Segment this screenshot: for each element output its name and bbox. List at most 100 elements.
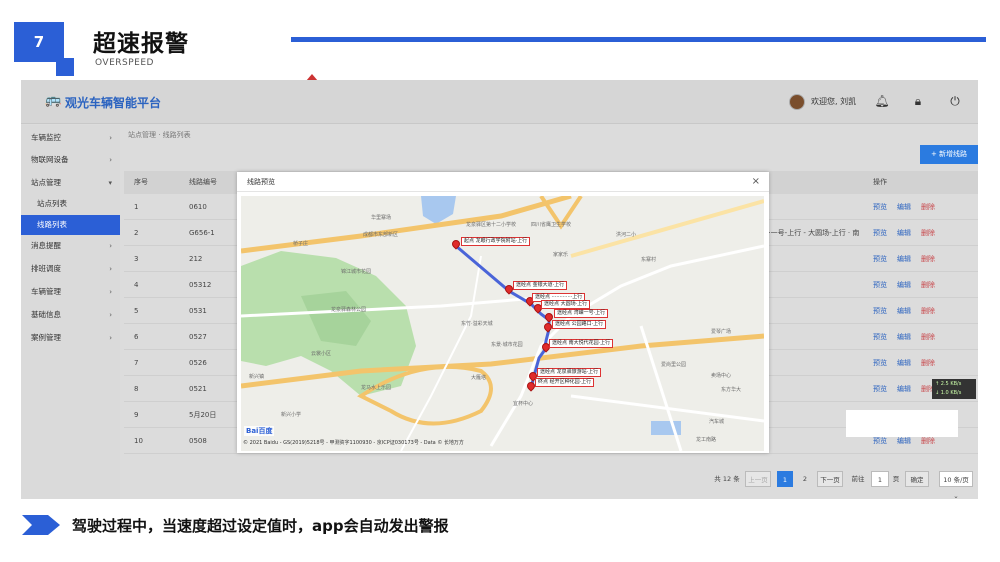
stop-label: 途经点 南大悦代花园·上行 [549,339,614,348]
delete-button[interactable]: 删除 [921,220,935,246]
row-index: 10 [134,437,143,445]
slide-title: 超速报警 [93,31,189,57]
sidebar-item-vehicle-management[interactable]: 车辆管理 › [21,282,120,302]
stop-label: 途经点 大圆场·上行 [541,300,591,309]
row-index: 7 [134,359,139,367]
sidebar-item-scheduling[interactable]: 排班调度 › [21,259,120,279]
preview-button[interactable]: 预览 [873,194,887,220]
map-place-label: 龙马水上乐园 [361,385,392,391]
title-divider [291,37,986,42]
pager-confirm-button[interactable]: 确定 [905,471,929,487]
edit-button[interactable]: 编辑 [897,220,911,246]
preview-button[interactable]: 预览 [873,272,887,298]
slide-subtitle: OVERSPEED [95,58,154,68]
edit-button[interactable]: 编辑 [897,350,911,376]
row-code: 0610 [189,203,207,211]
row-stops: ···一号-上行 - 大圆场-上行 · 南 [764,229,860,237]
row-code: 212 [189,255,203,263]
delete-button[interactable]: 删除 [921,272,935,298]
pager-size-select[interactable]: 10 条/页 ⌄ [939,471,973,499]
map-place-label: 新兴镇 [249,374,265,380]
delete-button[interactable]: 删除 [921,246,935,272]
delete-button[interactable]: 删除 [921,194,935,220]
lock-icon[interactable]: 🔒︎ [910,93,926,109]
stop-label: 途经点 金银大道·上行 [513,281,568,290]
row-code: 5月20日 [189,411,217,419]
row-code: 0521 [189,385,207,393]
chevron-right-icon: › [109,288,112,296]
chevron-right-icon: › [109,311,112,319]
pager-page-unit: 页 [892,475,900,483]
avatar[interactable] [789,94,805,110]
preview-button[interactable]: 预览 [873,376,887,402]
row-code: 0508 [189,437,207,445]
slide-number: 7 [14,22,64,62]
column-header-index: 序号 [134,178,148,186]
sidebar-item-station-list[interactable]: 站点列表 [21,194,120,214]
pager-prev-button[interactable]: 上一页 [745,471,771,487]
delete-button[interactable]: 删除 [921,298,935,324]
preview-button[interactable]: 预览 [873,220,887,246]
row-index: 4 [134,281,139,289]
map-place-label: 爱琴广场 [711,329,732,335]
sidebar-item-iot-devices[interactable]: 物联网设备 › [21,150,120,170]
map-place-label: 东竹·溢彩天城 [461,321,493,327]
edit-button[interactable]: 编辑 [897,376,911,402]
upload-speed: ↑ 2.5 KB/s [935,381,962,387]
preview-button[interactable]: 预览 [873,298,887,324]
stop-label: 途经点 龙泉驿旅游站·上行 [537,368,602,377]
row-index: 2 [134,229,139,237]
app-name: 观光车辆智能平台 [65,96,162,110]
map-place-label: 龙泉驿森林公园 [331,307,367,313]
sidebar-item-messages[interactable]: 消息提醒 › [21,236,120,256]
map-place-label: 华里寨场 [371,215,392,221]
sidebar-item-station-management[interactable]: 站点管理 ▾ [21,173,120,193]
map-place-label: 卖场中心 [711,373,732,379]
map-place-label: 洪河二小 [616,232,637,238]
bell-icon[interactable]: 🔔︎ [874,93,890,109]
preview-button[interactable]: 预览 [873,246,887,272]
map-copyright: © 2021 Baidu - GS(2019)5218号 - 甲测资字11009… [243,440,464,446]
row-index: 5 [134,307,139,315]
column-header-ops: 操作 [873,178,887,186]
sidebar-item-basic-info[interactable]: 基础信息 › [21,305,120,325]
row-code: 0526 [189,359,207,367]
pager-total: 共 12 条 [714,475,740,483]
pager-goto-label: 前往 [851,475,865,483]
delete-button[interactable]: 删除 [921,324,935,350]
row-code: 0527 [189,333,207,341]
edit-button[interactable]: 编辑 [897,272,911,298]
chevron-right-icon: › [109,242,112,250]
pager-page-input[interactable]: 1 [871,471,889,487]
sidebar-item-case-management[interactable]: 案例管理 › [21,328,120,348]
pager-page-2[interactable]: 2 [797,471,813,487]
add-route-button[interactable]: + 新增线路 [920,145,978,164]
map-place-label: 大雁塔 [471,375,487,381]
row-code: G656-1 [189,229,215,237]
preview-button[interactable]: 预览 [873,324,887,350]
map-place-label: 桥子庄 [293,241,309,247]
sidebar-item-vehicle-monitor[interactable]: 车辆监控 › [21,128,120,148]
sidebar: 车辆监控 › 物联网设备 › 站点管理 ▾ 站点列表 线路列表 消息提醒 › 排班调度 ›… [21,125,120,499]
pager-next-button[interactable]: 下一页 [817,471,843,487]
map-place-label: 东景·城市花园 [491,342,523,348]
edit-button[interactable]: 编辑 [897,324,911,350]
delete-button[interactable]: 删除 [921,350,935,376]
map-place-label: 云裳小区 [311,351,332,357]
edit-button[interactable]: 编辑 [897,246,911,272]
stop-label: 起点 龙眼行政学院附站·上行 [461,237,531,246]
close-icon[interactable]: × [752,176,760,187]
sidebar-item-route-list[interactable]: 线路列表 [21,215,120,235]
power-icon[interactable]: ⏻ [947,93,963,109]
preview-button[interactable]: 预览 [873,350,887,376]
blank-panel [846,410,958,437]
row-index: 3 [134,255,139,263]
map-place-label: 爱尚里公园 [661,362,687,368]
edit-button[interactable]: 编辑 [897,298,911,324]
map-place-label: 四川省鹰卫生学校 [531,222,572,228]
map-place-label: 新兴小学 [281,412,302,418]
edit-button[interactable]: 编辑 [897,194,911,220]
route-map[interactable]: 起点 龙眼行政学院附站·上行 途经点 金银大道·上行 途经点 ·········… [241,196,764,451]
download-speed: ↓ 1.0 KB/s [935,390,962,396]
pager-page-1[interactable]: 1 [777,471,793,487]
